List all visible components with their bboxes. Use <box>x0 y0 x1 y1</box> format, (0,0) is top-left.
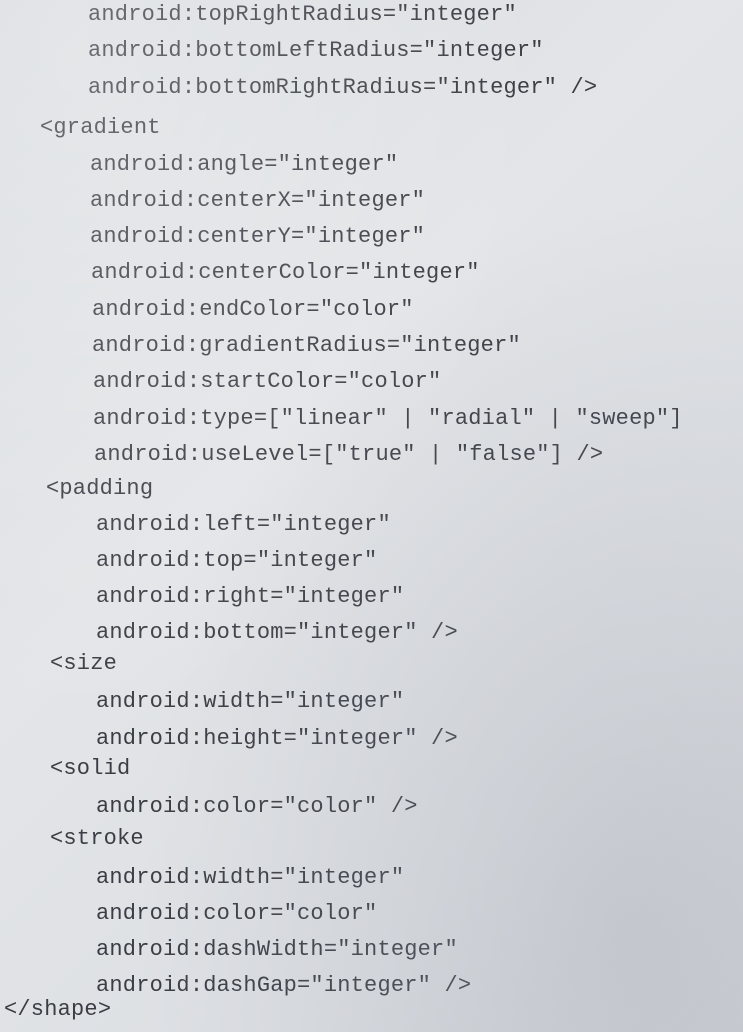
code-line: <padding <box>46 476 154 501</box>
code-line: android:type=["linear" | "radial" | "swe… <box>93 406 683 431</box>
code-line: </shape> <box>4 997 112 1022</box>
code-line: android:left="integer" <box>96 512 391 537</box>
code-line: android:centerY="integer" <box>90 224 426 249</box>
code-line: android:bottomLeftRadius="integer" <box>88 38 544 63</box>
code-line: <gradient <box>40 115 161 140</box>
code-line: <size <box>50 651 118 676</box>
code-line: android:centerX="integer" <box>90 188 426 213</box>
code-line: android:width="integer" <box>96 865 405 890</box>
code-line: android:dashWidth="integer" <box>96 937 458 962</box>
code-line: android:dashGap="integer" /> <box>96 973 472 998</box>
book-page: android:topRightRadius="integer" android… <box>0 0 743 1032</box>
code-line: android:angle="integer" <box>90 152 399 177</box>
code-line: android:useLevel=["true" | "false"] /> <box>94 442 604 467</box>
code-line: android:width="integer" <box>96 689 405 714</box>
code-line: android:bottom="integer" /> <box>96 620 458 645</box>
code-line: android:gradientRadius="integer" <box>92 333 521 358</box>
code-line: android:centerColor="integer" <box>91 260 480 285</box>
code-line: <stroke <box>50 826 144 851</box>
code-line: android:startColor="color" <box>93 369 442 394</box>
code-line: android:color="color" <box>96 901 378 926</box>
code-line: android:height="integer" /> <box>96 726 458 751</box>
code-line: android:bottomRightRadius="integer" /> <box>88 75 598 100</box>
code-line: android:right="integer" <box>96 584 405 609</box>
code-line: android:topRightRadius="integer" <box>88 2 517 27</box>
code-line: android:top="integer" <box>96 548 378 573</box>
code-line: <solid <box>50 756 131 781</box>
code-line: android:color="color" /> <box>96 794 418 819</box>
code-line: android:endColor="color" <box>92 297 414 322</box>
